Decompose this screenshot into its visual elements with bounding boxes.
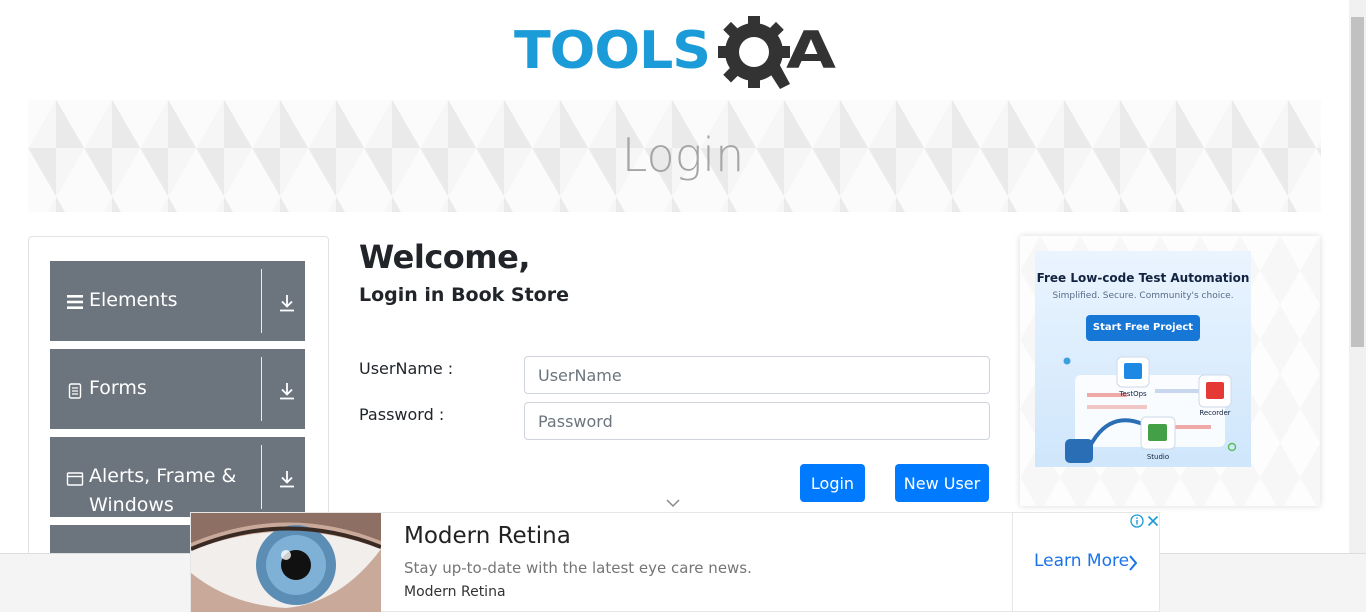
ad-tile-testops: TestOps — [1118, 390, 1147, 398]
download-arrow-icon[interactable] — [278, 382, 296, 400]
sidebar-group-forms[interactable]: Forms — [50, 349, 305, 429]
ad-description: Stay up-to-date with the latest eye care… — [404, 559, 752, 577]
ad-tile-recorder: Recorder — [1199, 409, 1230, 417]
chevron-down-icon[interactable] — [666, 498, 680, 508]
logo-graphic: TOOLS A — [514, 16, 836, 89]
username-label: UserName : — [359, 359, 454, 378]
logo-gear-q — [718, 16, 790, 89]
ad-start-button[interactable]: Start Free Project — [1086, 315, 1200, 341]
toolsqa-logo[interactable]: TOOLS A — [514, 14, 840, 92]
ad-card[interactable]: Free Low-code Test Automation Simplified… — [1035, 251, 1251, 467]
group-divider — [261, 269, 262, 333]
sidebar-group-elements[interactable]: Elements — [50, 261, 305, 341]
username-input[interactable] — [524, 356, 990, 394]
sidebar-group-alerts-frame-windows[interactable]: Alerts, Frame & Windows — [50, 437, 305, 517]
group-divider — [261, 445, 262, 509]
download-arrow-icon[interactable] — [278, 294, 296, 312]
bottom-advertisement[interactable]: Modern Retina Stay up-to-date with the l… — [190, 512, 1160, 612]
logo-text-a: A — [786, 21, 836, 81]
ad-headline[interactable]: Modern Retina — [404, 523, 571, 549]
password-input[interactable] — [524, 402, 990, 440]
login-button[interactable]: Login — [800, 464, 865, 502]
scrollbar-thumb[interactable] — [1351, 17, 1364, 347]
ad-divider — [1012, 513, 1013, 612]
ad-tile-studio: Studio — [1147, 453, 1169, 461]
sidebar-group-label: Elements — [89, 289, 178, 311]
window-icon — [66, 472, 84, 486]
ad-subtitle: Simplified. Secure. Community's choice. — [1052, 291, 1234, 301]
welcome-heading: Welcome, — [359, 238, 530, 276]
sidebar-group-label: Forms — [89, 377, 147, 399]
learn-more-link[interactable]: Learn More — [1034, 551, 1129, 571]
group-divider — [261, 357, 262, 421]
new-user-button[interactable]: New User — [895, 464, 989, 502]
eye-image — [191, 513, 381, 612]
side-advertisement[interactable]: Free Low-code Test Automation Simplified… — [1020, 236, 1320, 506]
close-icon[interactable] — [1146, 514, 1160, 528]
chevron-right-icon[interactable] — [1127, 553, 1139, 573]
hamburger-icon — [67, 295, 83, 309]
ad-illustration: TestOps Recorder Studio — [1063, 356, 1237, 463]
ad-title: Free Low-code Test Automation — [1036, 271, 1250, 285]
logo-text-tools: TOOLS — [514, 21, 710, 81]
password-label: Password : — [359, 405, 445, 424]
page-title: Login — [621, 128, 745, 182]
document-icon — [68, 383, 82, 399]
ad-brand: Modern Retina — [404, 584, 506, 600]
login-subheading: Login in Book Store — [359, 284, 569, 306]
download-arrow-icon[interactable] — [278, 470, 296, 488]
ad-info-icon[interactable] — [1130, 514, 1144, 528]
page-scrollbar[interactable] — [1349, 0, 1366, 553]
